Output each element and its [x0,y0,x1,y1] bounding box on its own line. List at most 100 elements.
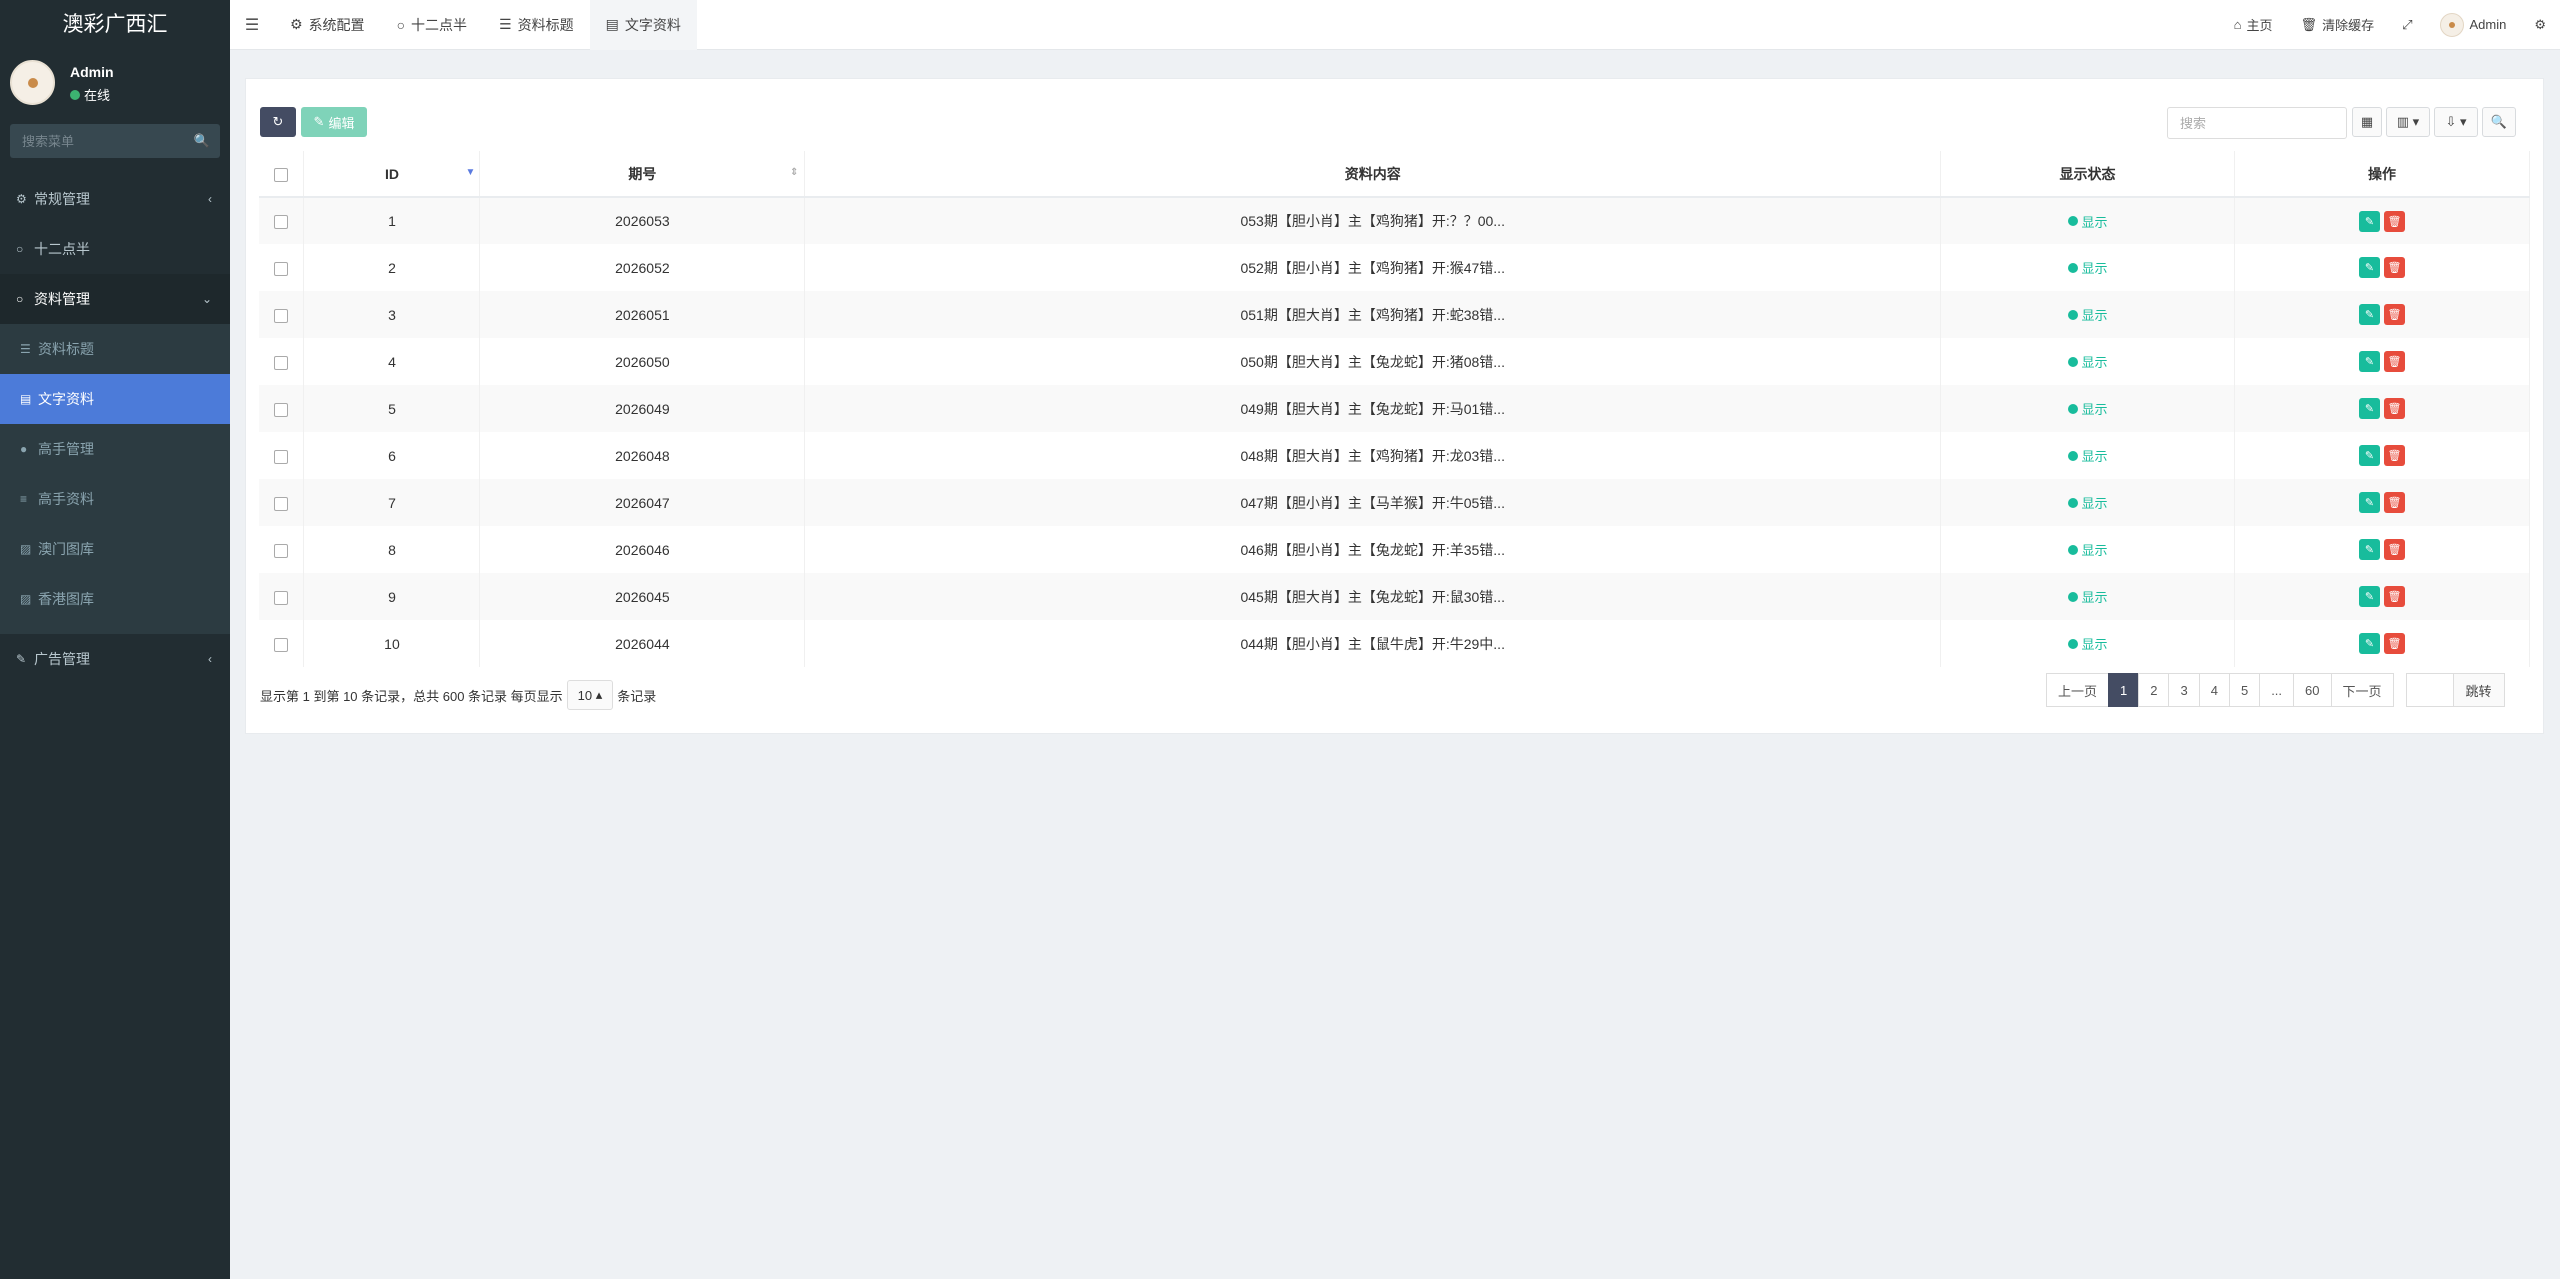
table-row[interactable]: 1 2026053 053期【胆小肖】主【鸡狗猪】开:？？00... 显示 ✎ 🗑 [259,197,2530,244]
status-badge[interactable]: 显示 [2067,493,2108,512]
table-row[interactable]: 9 2026045 045期【胆大肖】主【兔龙蛇】开:鼠30错... 显示 ✎ 🗑 [259,573,2530,620]
sidebar-item-general[interactable]: ⚙ 常规管理 ‹ [0,174,230,224]
table-row[interactable]: 4 2026050 050期【胆大肖】主【兔龙蛇】开:猪08错... 显示 ✎ 🗑 [259,338,2530,385]
tab-twelve-half[interactable]: ○ 十二点半 [381,0,483,50]
delete-row-button[interactable]: 🗑 [2384,586,2405,607]
prev-page-button[interactable]: 上一页 [2046,673,2110,707]
refresh-button[interactable]: ↻ [260,107,296,137]
status-badge[interactable]: 显示 [2067,258,2108,277]
sidebar-item-expert-data[interactable]: ≡ 高手资料 [0,474,230,524]
jump-button[interactable]: 跳转 [2452,673,2505,707]
cell-id: 4 [303,338,481,385]
edit-row-button[interactable]: ✎ [2359,398,2380,419]
edit-row-button[interactable]: ✎ [2359,445,2380,466]
row-checkbox[interactable] [274,637,289,652]
page-1[interactable]: 1 [2108,673,2140,707]
row-checkbox[interactable] [274,308,289,323]
edit-row-button[interactable]: ✎ [2359,492,2380,513]
delete-row-button[interactable]: 🗑 [2384,398,2405,419]
clear-cache-button[interactable]: 🗑 清除缓存 [2287,15,2389,34]
cell-content: 046期【胆小肖】主【兔龙蛇】开:羊35错... [804,526,1942,573]
page-size-select[interactable]: 10 ▴ [566,680,614,710]
delete-row-button[interactable]: 🗑 [2384,351,2405,372]
edit-row-button[interactable]: ✎ [2359,633,2380,654]
edit-button[interactable]: ✎ 编辑 [301,107,367,137]
sidebar-item-expert-manage[interactable]: ● 高手管理 [0,424,230,474]
status-badge[interactable]: 显示 [2067,634,2108,653]
delete-row-button[interactable]: 🗑 [2384,445,2405,466]
page-5[interactable]: 5 [2228,673,2261,707]
col-period[interactable]: 期号 ⇕ [479,151,806,198]
table-row[interactable]: 10 2026044 044期【胆小肖】主【鼠牛虎】开:牛29中... 显示 ✎ 🗑 [259,620,2530,667]
delete-row-button[interactable]: 🗑 [2384,304,2405,325]
table-row[interactable]: 3 2026051 051期【胆大肖】主【鸡狗猪】开:蛇38错... 显示 ✎ 🗑 [259,291,2530,338]
tab-data-title[interactable]: ☰ 资料标题 [483,0,590,50]
delete-row-button[interactable]: 🗑 [2384,633,2405,654]
status-badge[interactable]: 显示 [2067,540,2108,559]
search-icon[interactable]: 🔍 [194,133,210,149]
status-badge[interactable]: 显示 [2067,305,2108,324]
table-row[interactable]: 8 2026046 046期【胆小肖】主【兔龙蛇】开:羊35错... 显示 ✎ 🗑 [259,526,2530,573]
home-link[interactable]: ⌂ 主页 [2220,15,2287,34]
row-checkbox[interactable] [274,215,289,230]
status-badge[interactable]: 显示 [2067,212,2108,231]
status-badge[interactable]: 显示 [2067,587,2108,606]
status-badge[interactable]: 显示 [2067,352,2108,371]
menu-search[interactable]: 🔍 [10,124,220,158]
row-checkbox[interactable] [274,590,289,605]
col-id[interactable]: ID ▼ [303,151,481,198]
row-checkbox[interactable] [274,449,289,464]
search-toggle-button[interactable]: 🔍 [2482,107,2516,137]
edit-row-button[interactable]: ✎ [2359,586,2380,607]
settings-icon[interactable]: ⚙ [2520,17,2560,33]
delete-row-button[interactable]: 🗑 [2384,492,2405,513]
row-checkbox[interactable] [274,402,289,417]
columns-button[interactable]: ▥ ▾ [2386,107,2430,137]
toggle-view-button[interactable]: ▦ [2352,107,2382,137]
edit-row-button[interactable]: ✎ [2359,539,2380,560]
page-2[interactable]: 2 [2138,673,2170,707]
edit-row-button[interactable]: ✎ [2359,304,2380,325]
row-checkbox[interactable] [274,261,289,276]
table-search-input[interactable] [2167,107,2347,139]
edit-row-button[interactable]: ✎ [2359,351,2380,372]
delete-row-button[interactable]: 🗑 [2384,539,2405,560]
table-row[interactable]: 6 2026048 048期【胆大肖】主【鸡狗猪】开:龙03错... 显示 ✎ 🗑 [259,432,2530,479]
jump-page-input[interactable] [2405,673,2454,707]
table-row[interactable]: 7 2026047 047期【胆小肖】主【马羊猴】开:牛05错... 显示 ✎ 🗑 [259,479,2530,526]
status-badge[interactable]: 显示 [2067,446,2108,465]
sidebar-item-hk-gallery[interactable]: ▨ 香港图库 [0,574,230,624]
sidebar-item-data-title[interactable]: ☰ 资料标题 [0,324,230,374]
row-checkbox[interactable] [274,543,289,558]
sidebar-item-macau-gallery[interactable]: ▨ 澳门图库 [0,524,230,574]
delete-row-button[interactable]: 🗑 [2384,210,2405,232]
export-button[interactable]: ⇩ ▾ [2434,107,2478,137]
sidebar-item-twelve-half[interactable]: ○ 十二点半 [0,224,230,274]
sidebar-item-text-data[interactable]: ▤ 文字资料 [0,374,230,424]
delete-row-button[interactable]: 🗑 [2384,257,2405,278]
sidebar-item-ads[interactable]: ✎ 广告管理 ‹ [0,634,230,684]
row-checkbox[interactable] [274,496,289,511]
tab-text-data[interactable]: ▤ 文字资料 [589,0,697,50]
tab-system-config[interactable]: ⚙ 系统配置 [274,0,381,50]
app-logo[interactable]: 澳彩广西汇 [0,0,230,50]
next-page-button[interactable]: 下一页 [2330,673,2394,707]
select-all-checkbox[interactable] [274,167,289,182]
sort-icon[interactable]: ⇕ [790,167,798,178]
status-dot-icon [2067,262,2078,273]
table-row[interactable]: 5 2026049 049期【胆大肖】主【兔龙蛇】开:马01错... 显示 ✎ 🗑 [259,385,2530,432]
sort-desc-icon[interactable]: ▼ [466,167,476,178]
edit-row-button[interactable]: ✎ [2359,257,2380,278]
table-row[interactable]: 2 2026052 052期【胆小肖】主【鸡狗猪】开:猴47错... 显示 ✎ 🗑 [259,244,2530,291]
edit-row-button[interactable]: ✎ [2359,210,2380,232]
menu-search-input[interactable] [10,124,220,158]
status-badge[interactable]: 显示 [2067,399,2108,418]
menu-toggle-icon[interactable]: ☰ [230,15,274,35]
page-3[interactable]: 3 [2168,673,2200,707]
admin-menu[interactable]: Admin [2426,12,2520,37]
fullscreen-icon[interactable]: ⤢ [2388,17,2426,33]
row-checkbox[interactable] [274,355,289,370]
sidebar-item-data-manage[interactable]: ○ 资料管理 ⌄ [0,274,230,324]
page-4[interactable]: 4 [2198,673,2230,707]
page-60[interactable]: 60 [2293,673,2332,707]
